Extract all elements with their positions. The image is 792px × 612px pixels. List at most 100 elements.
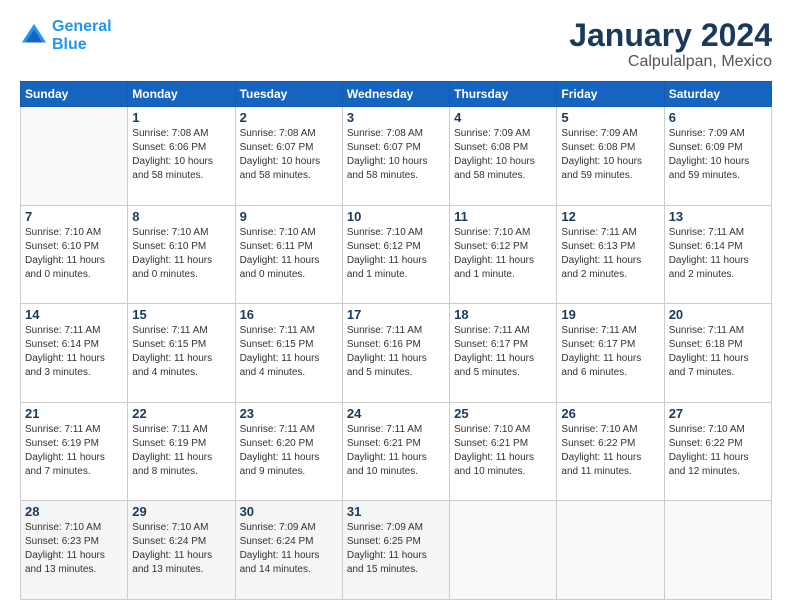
day-info: Sunrise: 7:10 AMSunset: 6:22 PMDaylight:… bbox=[561, 423, 659, 479]
day-number: 14 bbox=[25, 307, 123, 322]
logo-text: General Blue bbox=[52, 18, 112, 53]
day-info: Sunrise: 7:11 AMSunset: 6:16 PMDaylight:… bbox=[347, 324, 445, 380]
day-of-week-header: Sunday bbox=[21, 82, 128, 107]
day-info: Sunrise: 7:10 AMSunset: 6:24 PMDaylight:… bbox=[132, 521, 230, 577]
day-info: Sunrise: 7:10 AMSunset: 6:10 PMDaylight:… bbox=[132, 226, 230, 282]
day-info: Sunrise: 7:11 AMSunset: 6:14 PMDaylight:… bbox=[669, 226, 767, 282]
calendar-cell: 3 Sunrise: 7:08 AMSunset: 6:07 PMDaylight… bbox=[342, 107, 449, 206]
calendar-cell: 8Sunrise: 7:10 AMSunset: 6:10 PMDaylight… bbox=[128, 205, 235, 304]
day-number: 30 bbox=[240, 504, 338, 519]
day-number: 31 bbox=[347, 504, 445, 519]
calendar-week-row: 28Sunrise: 7:10 AMSunset: 6:23 PMDayligh… bbox=[21, 501, 772, 600]
logo-line1: General bbox=[52, 18, 112, 35]
calendar-cell: 26 Sunrise: 7:10 AMSunset: 6:22 PMDayligh… bbox=[557, 402, 664, 501]
calendar-cell: 9 Sunrise: 7:10 AMSunset: 6:11 PMDaylight… bbox=[235, 205, 342, 304]
day-number: 4 bbox=[454, 110, 552, 125]
calendar-week-row: 21Sunrise: 7:11 AMSunset: 6:19 PMDayligh… bbox=[21, 402, 772, 501]
calendar-cell: 20Sunrise: 7:11 AMSunset: 6:18 PMDayligh… bbox=[664, 304, 771, 403]
calendar-cell: 2Sunrise: 7:08 AMSunset: 6:07 PMDaylight… bbox=[235, 107, 342, 206]
day-number: 12 bbox=[561, 209, 659, 224]
day-number: 23 bbox=[240, 406, 338, 421]
title-block: January 2024 Calpulalpan, Mexico bbox=[569, 18, 772, 71]
day-number: 25 bbox=[454, 406, 552, 421]
logo-icon bbox=[20, 22, 48, 50]
day-info: Sunrise: 7:11 AMSunset: 6:21 PMDaylight:… bbox=[347, 423, 445, 479]
calendar-cell: 4 Sunrise: 7:09 AMSunset: 6:08 PMDaylight… bbox=[450, 107, 557, 206]
day-info: Sunrise: 7:09 AMSunset: 6:25 PMDaylight:… bbox=[347, 521, 445, 577]
calendar-cell: 23Sunrise: 7:11 AMSunset: 6:20 PMDayligh… bbox=[235, 402, 342, 501]
page: General Blue January 2024 Calpulalpan, M… bbox=[0, 0, 792, 612]
day-info: Sunrise: 7:11 AMSunset: 6:19 PMDaylight:… bbox=[132, 423, 230, 479]
calendar-cell bbox=[21, 107, 128, 206]
day-info: Sunrise: 7:08 AMSunset: 6:07 PMDaylight:… bbox=[347, 127, 445, 183]
day-info: Sunrise: 7:11 AMSunset: 6:18 PMDaylight:… bbox=[669, 324, 767, 380]
days-of-week-row: SundayMondayTuesdayWednesdayThursdayFrid… bbox=[21, 82, 772, 107]
day-number: 13 bbox=[669, 209, 767, 224]
calendar-cell: 1Sunrise: 7:08 AMSunset: 6:06 PMDaylight… bbox=[128, 107, 235, 206]
calendar-cell: 19 Sunrise: 7:11 AMSunset: 6:17 PMDayligh… bbox=[557, 304, 664, 403]
day-info: Sunrise: 7:11 AMSunset: 6:17 PMDaylight:… bbox=[454, 324, 552, 380]
logo: General Blue bbox=[20, 18, 112, 53]
day-info: Sunrise: 7:11 AMSunset: 6:13 PMDaylight:… bbox=[561, 226, 659, 282]
calendar-cell: 7Sunrise: 7:10 AMSunset: 6:10 PMDaylight… bbox=[21, 205, 128, 304]
calendar-week-row: 14 Sunrise: 7:11 AMSunset: 6:14 PMDayligh… bbox=[21, 304, 772, 403]
day-number: 18 bbox=[454, 307, 552, 322]
day-number: 26 bbox=[561, 406, 659, 421]
day-info: Sunrise: 7:10 AMSunset: 6:21 PMDaylight:… bbox=[454, 423, 552, 479]
day-number: 11 bbox=[454, 209, 552, 224]
day-of-week-header: Saturday bbox=[664, 82, 771, 107]
day-number: 9 bbox=[240, 209, 338, 224]
calendar-cell: 27 Sunrise: 7:10 AMSunset: 6:22 PMDayligh… bbox=[664, 402, 771, 501]
calendar-cell: 21Sunrise: 7:11 AMSunset: 6:19 PMDayligh… bbox=[21, 402, 128, 501]
day-info: Sunrise: 7:11 AMSunset: 6:15 PMDaylight:… bbox=[240, 324, 338, 380]
day-info: Sunrise: 7:10 AMSunset: 6:12 PMDaylight:… bbox=[454, 226, 552, 282]
day-of-week-header: Thursday bbox=[450, 82, 557, 107]
calendar-cell: 5 Sunrise: 7:09 AMSunset: 6:08 PMDaylight… bbox=[557, 107, 664, 206]
day-of-week-header: Tuesday bbox=[235, 82, 342, 107]
day-number: 22 bbox=[132, 406, 230, 421]
day-number: 1 bbox=[132, 110, 230, 125]
calendar-table: SundayMondayTuesdayWednesdayThursdayFrid… bbox=[20, 81, 772, 600]
calendar-cell: 15Sunrise: 7:11 AMSunset: 6:15 PMDayligh… bbox=[128, 304, 235, 403]
main-title: January 2024 bbox=[569, 18, 772, 53]
day-info: Sunrise: 7:10 AMSunset: 6:11 PMDaylight:… bbox=[240, 226, 338, 282]
calendar-cell: 25 Sunrise: 7:10 AMSunset: 6:21 PMDayligh… bbox=[450, 402, 557, 501]
logo-line2: Blue bbox=[52, 36, 87, 53]
day-number: 27 bbox=[669, 406, 767, 421]
day-info: Sunrise: 7:11 AMSunset: 6:17 PMDaylight:… bbox=[561, 324, 659, 380]
day-info: Sunrise: 7:09 AMSunset: 6:08 PMDaylight:… bbox=[454, 127, 552, 183]
day-of-week-header: Monday bbox=[128, 82, 235, 107]
header: General Blue January 2024 Calpulalpan, M… bbox=[20, 18, 772, 71]
subtitle: Calpulalpan, Mexico bbox=[569, 53, 772, 71]
day-info: Sunrise: 7:10 AMSunset: 6:23 PMDaylight:… bbox=[25, 521, 123, 577]
day-info: Sunrise: 7:09 AMSunset: 6:24 PMDaylight:… bbox=[240, 521, 338, 577]
calendar-cell bbox=[557, 501, 664, 600]
calendar-cell: 29 Sunrise: 7:10 AMSunset: 6:24 PMDayligh… bbox=[128, 501, 235, 600]
day-info: Sunrise: 7:09 AMSunset: 6:08 PMDaylight:… bbox=[561, 127, 659, 183]
day-info: Sunrise: 7:11 AMSunset: 6:14 PMDaylight:… bbox=[25, 324, 123, 380]
calendar-cell: 17 Sunrise: 7:11 AMSunset: 6:16 PMDayligh… bbox=[342, 304, 449, 403]
day-info: Sunrise: 7:11 AMSunset: 6:15 PMDaylight:… bbox=[132, 324, 230, 380]
calendar-cell: 18 Sunrise: 7:11 AMSunset: 6:17 PMDayligh… bbox=[450, 304, 557, 403]
day-info: Sunrise: 7:11 AMSunset: 6:19 PMDaylight:… bbox=[25, 423, 123, 479]
calendar-cell: 12 Sunrise: 7:11 AMSunset: 6:13 PMDayligh… bbox=[557, 205, 664, 304]
day-info: Sunrise: 7:10 AMSunset: 6:10 PMDaylight:… bbox=[25, 226, 123, 282]
day-number: 19 bbox=[561, 307, 659, 322]
calendar-cell: 11 Sunrise: 7:10 AMSunset: 6:12 PMDayligh… bbox=[450, 205, 557, 304]
day-number: 17 bbox=[347, 307, 445, 322]
day-number: 5 bbox=[561, 110, 659, 125]
day-of-week-header: Wednesday bbox=[342, 82, 449, 107]
calendar-week-row: 1Sunrise: 7:08 AMSunset: 6:06 PMDaylight… bbox=[21, 107, 772, 206]
day-number: 16 bbox=[240, 307, 338, 322]
day-number: 29 bbox=[132, 504, 230, 519]
calendar-body: 1Sunrise: 7:08 AMSunset: 6:06 PMDaylight… bbox=[21, 107, 772, 600]
day-info: Sunrise: 7:10 AMSunset: 6:12 PMDaylight:… bbox=[347, 226, 445, 282]
calendar-cell: 14 Sunrise: 7:11 AMSunset: 6:14 PMDayligh… bbox=[21, 304, 128, 403]
calendar-cell: 30 Sunrise: 7:09 AMSunset: 6:24 PMDayligh… bbox=[235, 501, 342, 600]
calendar-cell: 24Sunrise: 7:11 AMSunset: 6:21 PMDayligh… bbox=[342, 402, 449, 501]
day-number: 3 bbox=[347, 110, 445, 125]
day-number: 6 bbox=[669, 110, 767, 125]
day-info: Sunrise: 7:10 AMSunset: 6:22 PMDaylight:… bbox=[669, 423, 767, 479]
calendar-cell: 16 Sunrise: 7:11 AMSunset: 6:15 PMDayligh… bbox=[235, 304, 342, 403]
calendar-week-row: 7Sunrise: 7:10 AMSunset: 6:10 PMDaylight… bbox=[21, 205, 772, 304]
